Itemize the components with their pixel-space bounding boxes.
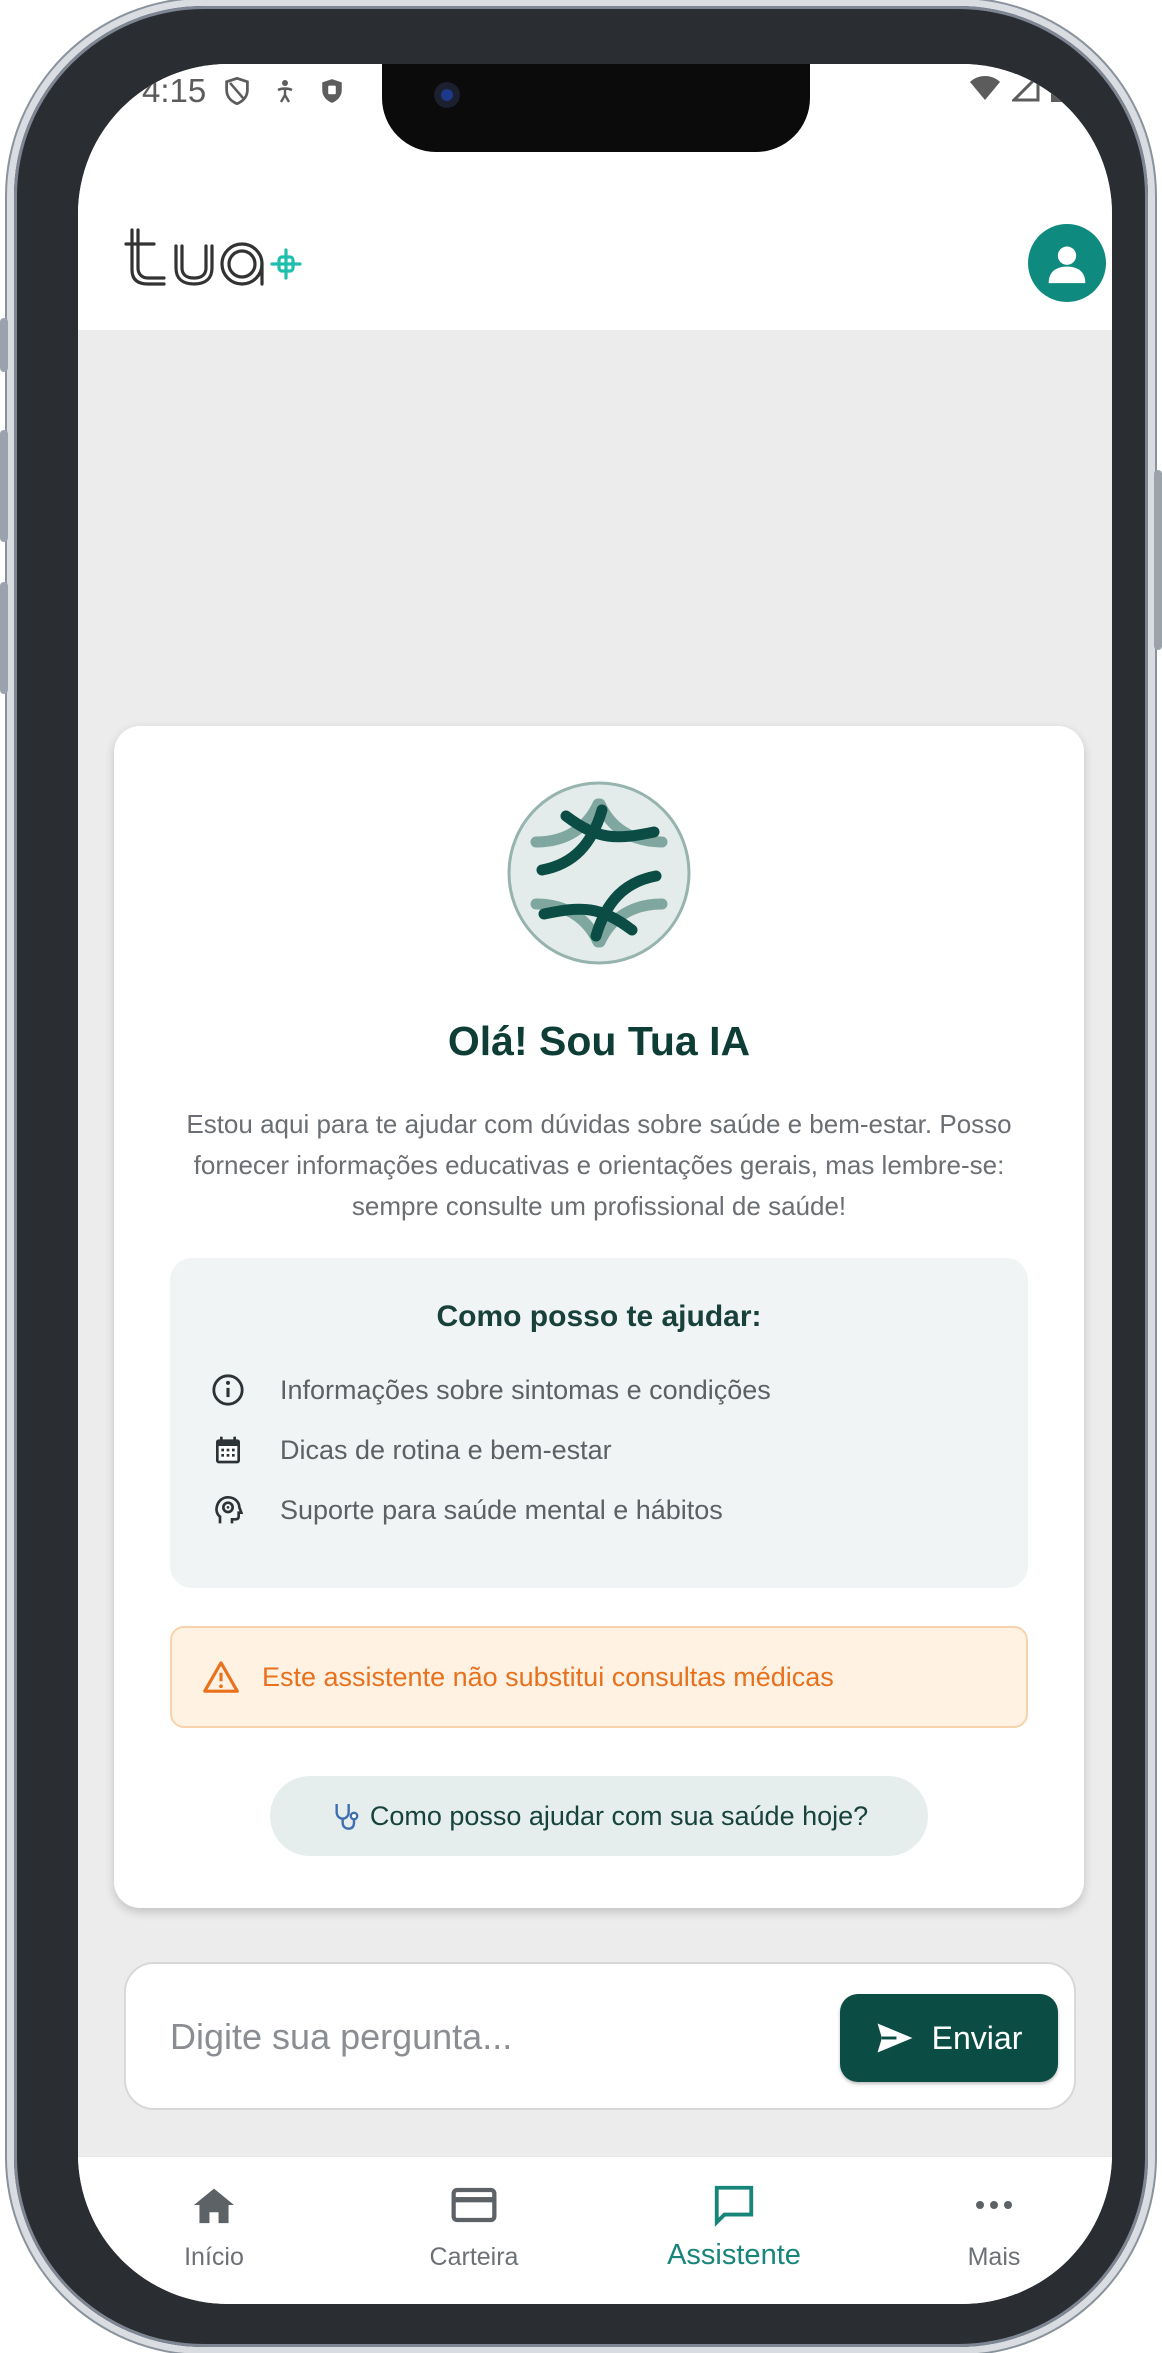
help-item: Informações sobre sintomas e condições — [208, 1370, 771, 1410]
app-logo[interactable] — [124, 224, 304, 299]
phone-frame: 4:15 Olá! Sou Tua IA Estou aqui para te … — [0, 6, 1162, 2347]
notch — [382, 64, 810, 152]
stethoscope-icon — [335, 1804, 359, 1830]
chat-icon — [714, 2185, 754, 2227]
accessibility-icon — [277, 80, 293, 103]
chat-input-bar: Enviar — [124, 1962, 1076, 2110]
welcome-card: Olá! Sou Tua IA Estou aqui para te ajuda… — [114, 726, 1084, 1908]
nav-label: Assistente — [667, 2239, 801, 2271]
mute-switch — [0, 318, 8, 372]
home-icon — [194, 2188, 234, 2224]
battery-icon — [1051, 76, 1065, 102]
help-item-label: Informações sobre sintomas e condições — [280, 1374, 771, 1405]
card-icon — [451, 2187, 497, 2223]
suggestion-chip[interactable]: Como posso ajudar com sua saúde hoje? — [270, 1776, 928, 1856]
wifi-icon — [970, 76, 1000, 100]
info-icon — [208, 1370, 248, 1410]
vpn-shield-icon — [322, 79, 342, 103]
user-icon — [1048, 246, 1086, 284]
user-avatar-button[interactable] — [1028, 224, 1106, 302]
help-title: Como posso te ajudar: — [436, 1300, 762, 1333]
welcome-description: Estou aqui para te ajudar com dúvidas so… — [186, 1109, 1012, 1221]
app-header — [78, 154, 1112, 330]
status-icons-right — [968, 74, 1066, 102]
volume-up-button — [0, 430, 8, 542]
screen: 4:15 Olá! Sou Tua IA Estou aqui para te … — [78, 64, 1112, 2304]
signal-icon — [1012, 74, 1040, 102]
calendar-icon — [208, 1430, 248, 1470]
suggestion-text: Como posso ajudar com sua saúde hoje? — [369, 1800, 869, 1831]
nav-item-mais[interactable]: Mais — [894, 2175, 1094, 2272]
welcome-title: Olá! Sou Tua IA — [447, 1018, 751, 1064]
help-item-label: Dicas de rotina e bem-estar — [280, 1434, 612, 1465]
warning-icon — [203, 1661, 239, 1693]
nav-label: Início — [184, 2243, 244, 2271]
help-item-label: Suporte para saúde mental e hábitos — [280, 1494, 723, 1525]
volume-down-button — [0, 582, 8, 694]
tua-ia-logo-icon — [507, 781, 691, 965]
send-icon — [877, 2023, 913, 2053]
help-box: Como posso te ajudar: Informações sobre … — [170, 1258, 1028, 1588]
send-button[interactable]: Enviar — [840, 1994, 1058, 2082]
status-icons-left — [223, 76, 345, 106]
disclaimer-banner: Este assistente não substitui consultas … — [170, 1626, 1028, 1728]
send-label: Enviar — [931, 2019, 1023, 2056]
shield-icon — [225, 76, 249, 106]
nav-item-inicio[interactable]: Início — [114, 2175, 314, 2272]
status-time: 4:15 — [142, 72, 207, 109]
nav-item-carteira[interactable]: Carteira — [374, 2175, 574, 2272]
head-mind-icon — [208, 1490, 248, 1530]
camera — [434, 82, 460, 108]
help-item: Suporte para saúde mental e hábitos — [208, 1490, 723, 1530]
power-button — [1154, 470, 1162, 650]
nav-item-assistente[interactable]: Assistente — [634, 2175, 834, 2272]
question-input[interactable] — [170, 2004, 810, 2070]
nav-label: Carteira — [429, 2243, 519, 2271]
more-icon — [976, 2201, 1012, 2209]
bottom-nav: Início Carteira Assistente Mais — [78, 2156, 1112, 2304]
disclaimer-text: Este assistente não substitui consultas … — [262, 1661, 834, 1692]
nav-label: Mais — [967, 2243, 1021, 2271]
help-item: Dicas de rotina e bem-estar — [208, 1430, 612, 1470]
